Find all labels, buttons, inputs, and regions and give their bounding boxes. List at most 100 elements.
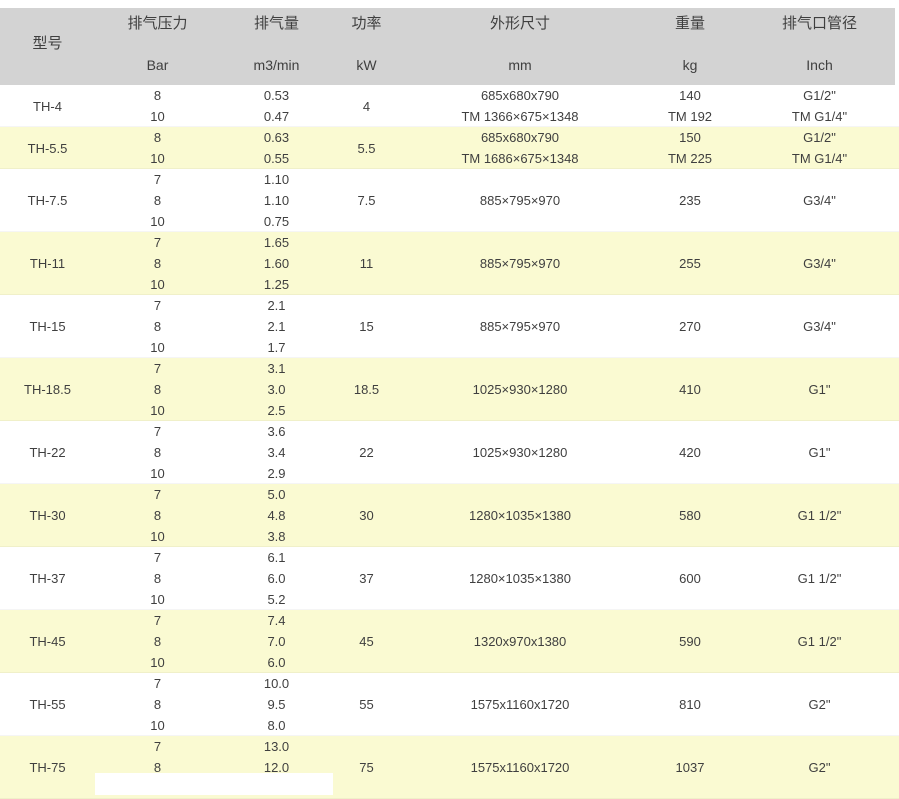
cell-power-value: 45 [359,631,373,652]
cell-model: TH-75 [0,736,95,799]
cell-weight: 580 [640,484,740,547]
cell-power: 15 [333,295,400,358]
cell-pressure: 7810 [95,547,220,610]
cell-pressure: 7810 [95,421,220,484]
cell-displacement-value: 2.9 [267,463,285,484]
header-unit-power: kW [356,57,376,73]
cell-model-value: TH-4 [33,96,62,117]
cell-displacement-value: 1.25 [264,274,289,295]
cell-pressure-value: 10 [150,463,164,484]
cell-displacement-value: 2.1 [267,316,285,337]
cell-model-value: TH-15 [29,316,65,337]
header-cell-port: 排气口管径 Inch [740,8,899,85]
cell-displacement: 0.630.55 [220,127,333,169]
cell-pressure-value: 7 [154,484,161,505]
cell-power: 4 [333,85,400,127]
top-margin-strip [0,0,899,8]
cell-model: TH-4 [0,85,95,127]
cell-displacement-value: 2.5 [267,400,285,421]
cell-model-value: TH-11 [30,253,65,274]
cell-model-value: TH-30 [29,505,65,526]
table-row: TH-4578107.47.06.0451320x970x1380590G1 1… [0,610,899,673]
cell-port: G1" [740,358,899,421]
header-cell-weight: 重量 kg [640,8,740,85]
cell-dimensions-value: 1025×930×1280 [473,379,568,400]
cell-displacement-value: 9.5 [267,694,285,715]
cell-pressure-value: 8 [154,568,161,589]
cell-model: TH-55 [0,673,95,736]
cell-port-value: TM G1/4" [792,106,847,127]
table-header: 型号 排气压力 Bar 排气量 m3/min 功率 kW 外形尺寸 mm 重量 … [0,8,899,85]
cell-weight: 410 [640,358,740,421]
cell-power: 45 [333,610,400,673]
cell-weight-value: 235 [679,190,701,211]
header-label-displacement: 排气量 [254,15,299,32]
spec-sheet-page: { "colors": { "header_bg": "#d3d3d3", "r… [0,0,899,795]
cell-weight: 150TM 225 [640,127,740,169]
cell-power-value: 22 [359,442,373,463]
cell-weight-value: 810 [679,694,701,715]
cell-model: TH-30 [0,484,95,547]
cell-displacement-value: 6.0 [267,652,285,673]
cell-model-value: TH-55 [29,694,65,715]
cell-pressure-value: 10 [150,400,164,421]
cell-pressure-value: 7 [154,421,161,442]
cell-weight: 600 [640,547,740,610]
cell-port: G1" [740,421,899,484]
cell-pressure-value: 8 [154,253,161,274]
cell-port-value: G1/2" [803,85,836,106]
cell-power: 22 [333,421,400,484]
cell-pressure-value: 8 [154,442,161,463]
cell-model: TH-5.5 [0,127,95,169]
cell-power-value: 37 [359,568,373,589]
cell-dimensions: 1575x1160x1720 [400,736,640,799]
cell-port-value: G1/2" [803,127,836,148]
cell-power: 18.5 [333,358,400,421]
cell-power-value: 7.5 [357,190,375,211]
header-unit-weight: kg [683,57,698,73]
cell-displacement-value: 3.1 [267,358,285,379]
cell-pressure: 7810 [95,169,220,232]
cell-power: 55 [333,673,400,736]
header-label-pressure: 排气压力 [127,15,187,32]
cell-displacement-value: 1.7 [267,337,285,358]
cell-pressure: 7810 [95,484,220,547]
cell-displacement: 3.13.02.5 [220,358,333,421]
table-row: TH-3078105.04.83.8301280×1035×1380580G1 … [0,484,899,547]
cell-port: G1/2"TM G1/4" [740,127,899,169]
header-unit-displacement: m3/min [254,57,300,73]
cell-power-value: 75 [359,757,373,778]
cell-model: TH-45 [0,610,95,673]
cell-dimensions: 885×795×970 [400,169,640,232]
header-cell-power: 功率 kW [333,8,400,85]
cell-pressure-value: 8 [154,127,161,148]
table-body: TH-48100.530.474685x680x790TM 1366×675×1… [0,85,899,799]
cell-pressure: 810 [95,127,220,169]
header-label-dimensions: 外形尺寸 [490,15,550,32]
header-unit-dimensions: mm [508,57,531,73]
cell-port-value: G1" [809,379,831,400]
cell-displacement: 3.63.42.9 [220,421,333,484]
cell-port: G1 1/2" [740,610,899,673]
cell-model: TH-37 [0,547,95,610]
header-cell-dimensions: 外形尺寸 mm [400,8,640,85]
cell-displacement: 0.530.47 [220,85,333,127]
cell-displacement-value: 3.0 [267,379,285,400]
cell-port: G2" [740,673,899,736]
cell-pressure: 7810 [95,358,220,421]
cell-power-value: 55 [359,694,373,715]
header-cell-pressure: 排气压力 Bar [95,8,220,85]
cell-displacement-value: 2.1 [267,295,285,316]
cell-weight: 255 [640,232,740,295]
header-cell-model: 型号 [0,8,95,85]
cell-displacement-value: 0.63 [264,127,289,148]
cell-weight: 270 [640,295,740,358]
cell-displacement-value: 10.0 [264,673,289,694]
cell-port-value: G1" [809,442,831,463]
cell-weight: 1037 [640,736,740,799]
cell-weight-value: 600 [679,568,701,589]
cell-port-value: G3/4" [803,190,836,211]
cell-weight-value: 140 [679,85,701,106]
cell-displacement: 10.09.58.0 [220,673,333,736]
table-row: TH-48100.530.474685x680x790TM 1366×675×1… [0,85,899,127]
